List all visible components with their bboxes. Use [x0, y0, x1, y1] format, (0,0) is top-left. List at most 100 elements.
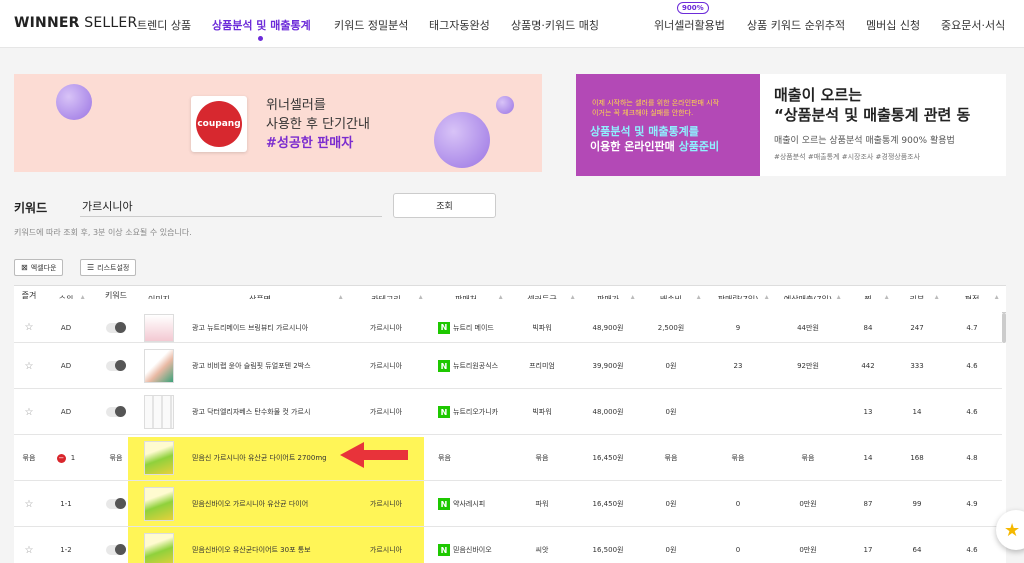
- seller[interactable]: N 믿음신바이오: [438, 528, 506, 563]
- seller-grade: 파워: [535, 500, 549, 508]
- nav-trendy-products[interactable]: 트렌디 상품: [137, 17, 191, 33]
- favorite-star-icon[interactable]: ☆: [14, 528, 44, 563]
- keyword-toggle[interactable]: [88, 528, 144, 563]
- keyword-hint: 키워드에 따라 조회 후, 3분 이상 소요될 수 있습니다.: [14, 228, 192, 237]
- seller-grade: 프리미엄: [529, 362, 555, 370]
- promo-banner-right-image[interactable]: 이제 시작하는 셀러를 위한 온라인판매 시작 이거는 꼭 체크해야 실패를 안…: [576, 74, 760, 176]
- banner-left-text: 위너셀러를 사용한 후 단기간내 #성공한 판매자: [266, 98, 370, 151]
- nav-keyword-analysis[interactable]: 키워드 정밀분석: [334, 17, 408, 33]
- reviews: 333: [910, 362, 924, 370]
- shipping-fee: 0원: [665, 408, 677, 416]
- rank: −1: [56, 453, 76, 463]
- seller-grade: 빅파워: [532, 323, 552, 332]
- search-button[interactable]: 조회: [393, 193, 496, 218]
- favorite-star-icon[interactable]: ☆: [14, 390, 44, 434]
- rating: 4.8: [966, 454, 978, 462]
- shipping-fee: 2,500원: [657, 323, 685, 332]
- likes: 442: [861, 362, 875, 370]
- price: 48,900원: [592, 323, 624, 332]
- promo-banner-left[interactable]: coupang 위너셀러를 사용한 후 단기간내 #성공한 판매자: [14, 74, 542, 172]
- nav-badge: 900%: [677, 2, 709, 14]
- keyword-toggle[interactable]: [88, 299, 144, 342]
- excel-download-button[interactable]: ⊠ 엑셀다운: [14, 259, 64, 276]
- banner-tags: #상품분석 #매출통계 #시장조사 #경쟁상품조사: [774, 153, 921, 161]
- revenue-7d: 92만원: [797, 362, 819, 370]
- nav-tag-autocomplete[interactable]: 태그자동완성: [429, 17, 490, 33]
- seller-grade: 씨앗: [535, 546, 549, 554]
- nav-product-analysis[interactable]: 상품분석 및 매출통계: [212, 17, 311, 33]
- table-scrollbar[interactable]: [1002, 313, 1006, 343]
- product-name[interactable]: 광고 닥터엘리자베스 탄수화물 컷 가르시: [192, 390, 346, 434]
- seller: 묶음: [438, 454, 451, 462]
- price: 48,000원: [592, 408, 624, 416]
- reviews: 168: [910, 454, 924, 462]
- table-row[interactable]: ☆ AD 광고 비비랩 윤아 슬림핏 듀얼포텐 2박스 가르시니아 N 뉴트리원공…: [14, 344, 1002, 389]
- keyword-check-group: 묶음: [109, 454, 123, 462]
- nav-rank-tracking[interactable]: 상품 키워드 순위추적: [747, 17, 845, 33]
- revenue-7d: [772, 390, 844, 434]
- list-settings-button[interactable]: ☰ 리스트설정: [80, 259, 137, 276]
- product-name[interactable]: 믿음신바이오 유산균다이어트 30포 통보: [192, 528, 346, 563]
- shipping-fee: 묶음: [664, 454, 678, 462]
- sales-7d: 0: [735, 500, 741, 508]
- table-row[interactable]: ☆ AD 광고 뉴트리메이드 브링뷰티 가르시니아 가르시니아 N 뉴트리 메이드…: [14, 299, 1002, 343]
- nav-documents[interactable]: 중요문서·서식: [941, 17, 1005, 33]
- banner-title-1: 매출이 오르는: [774, 86, 863, 104]
- category: 가르시니아: [369, 362, 403, 370]
- keyword-label: 키워드: [14, 201, 48, 215]
- logo[interactable]: WINNER SELLER: [14, 15, 137, 31]
- seller[interactable]: N 뉴트리원공식스: [438, 344, 506, 388]
- product-thumbnail: [144, 528, 174, 563]
- naver-icon: N: [438, 544, 450, 556]
- nav-membership[interactable]: 멤버십 신청: [866, 17, 920, 33]
- category: 가르시니아: [369, 500, 403, 508]
- coupang-logo: coupang: [191, 96, 247, 152]
- nav-name-keyword-match[interactable]: 상품명·키워드 매칭: [511, 17, 599, 33]
- seller[interactable]: N 뉴트리오가니카: [438, 390, 506, 434]
- table-row[interactable]: ☆ 1-2 믿음신바이오 유산균다이어트 30포 통보 가르시니아 N 믿음신바이…: [14, 528, 1002, 563]
- product-name[interactable]: 광고 비비랩 윤아 슬림핏 듀얼포텐 2박스: [192, 344, 346, 388]
- table-row[interactable]: ☆ 1-1 믿음신바이오 가르시니아 유산균 다이어 가르시니아 N 약사레시피 …: [14, 482, 1002, 527]
- banner-title-2: “상품분석 및 매출통계 관련 동: [774, 106, 971, 124]
- reviews: 64: [912, 546, 922, 554]
- product-name[interactable]: 믿음신 가르시니아 유산균 다이어트 2700mg: [192, 436, 346, 480]
- active-indicator: [258, 36, 263, 41]
- price: 16,500원: [592, 546, 624, 554]
- likes: 13: [863, 408, 873, 416]
- decor-circle: [434, 112, 490, 168]
- category: 가르시니아: [369, 323, 403, 332]
- price: 16,450원: [592, 500, 624, 508]
- favorite-star-icon[interactable]: ☆: [14, 482, 44, 526]
- product-thumbnail: [144, 344, 174, 388]
- category: 가르시니아: [369, 546, 403, 554]
- keyword-toggle[interactable]: [88, 482, 144, 526]
- rank: 1-1: [60, 500, 72, 508]
- rating: 4.7: [966, 323, 978, 332]
- product-thumbnail: [144, 390, 174, 434]
- banner-subtitle: 매출이 오르는 상품분석 매출통계 900% 활용법: [774, 136, 955, 146]
- rating: 4.6: [966, 546, 978, 554]
- table-row-group[interactable]: 묶음 −1 묶음 믿음신 가르시니아 유산균 다이어트 2700mg 묶음 묶음…: [14, 436, 1002, 481]
- seller[interactable]: N 뉴트리 메이드: [438, 299, 506, 342]
- collapse-icon[interactable]: −: [56, 453, 66, 463]
- rank: AD: [60, 323, 72, 332]
- product-name[interactable]: 믿음신바이오 가르시니아 유산균 다이어: [192, 482, 346, 526]
- revenue-7d: 묶음: [801, 454, 815, 462]
- keyword-toggle[interactable]: [88, 390, 144, 434]
- rating: 4.6: [966, 362, 978, 370]
- favorite-star-icon[interactable]: ☆: [14, 344, 44, 388]
- shipping-fee: 0원: [665, 500, 677, 508]
- product-thumbnail: [144, 299, 174, 342]
- list-icon: ☰: [87, 263, 95, 272]
- table-row[interactable]: ☆ AD 광고 닥터엘리자베스 탄수화물 컷 가르시 가르시니아 N 뉴트리오가니…: [14, 390, 1002, 435]
- likes: 14: [863, 454, 873, 462]
- promo-banner-right-text[interactable]: 매출이 오르는 “상품분석 및 매출통계 관련 동 매출이 오르는 상품분석 매…: [760, 74, 1006, 176]
- keyword-toggle[interactable]: [88, 344, 144, 388]
- seller[interactable]: N 약사레시피: [438, 482, 506, 526]
- star-icon: ★: [1004, 519, 1021, 541]
- favorite-star-icon[interactable]: ☆: [14, 299, 44, 342]
- arrow-annotation-icon: [340, 442, 408, 468]
- nav-how-to-use[interactable]: 위너셀러활용법: [654, 17, 725, 33]
- keyword-input[interactable]: [80, 196, 382, 217]
- product-name[interactable]: 광고 뉴트리메이드 브링뷰티 가르시니아: [192, 299, 346, 342]
